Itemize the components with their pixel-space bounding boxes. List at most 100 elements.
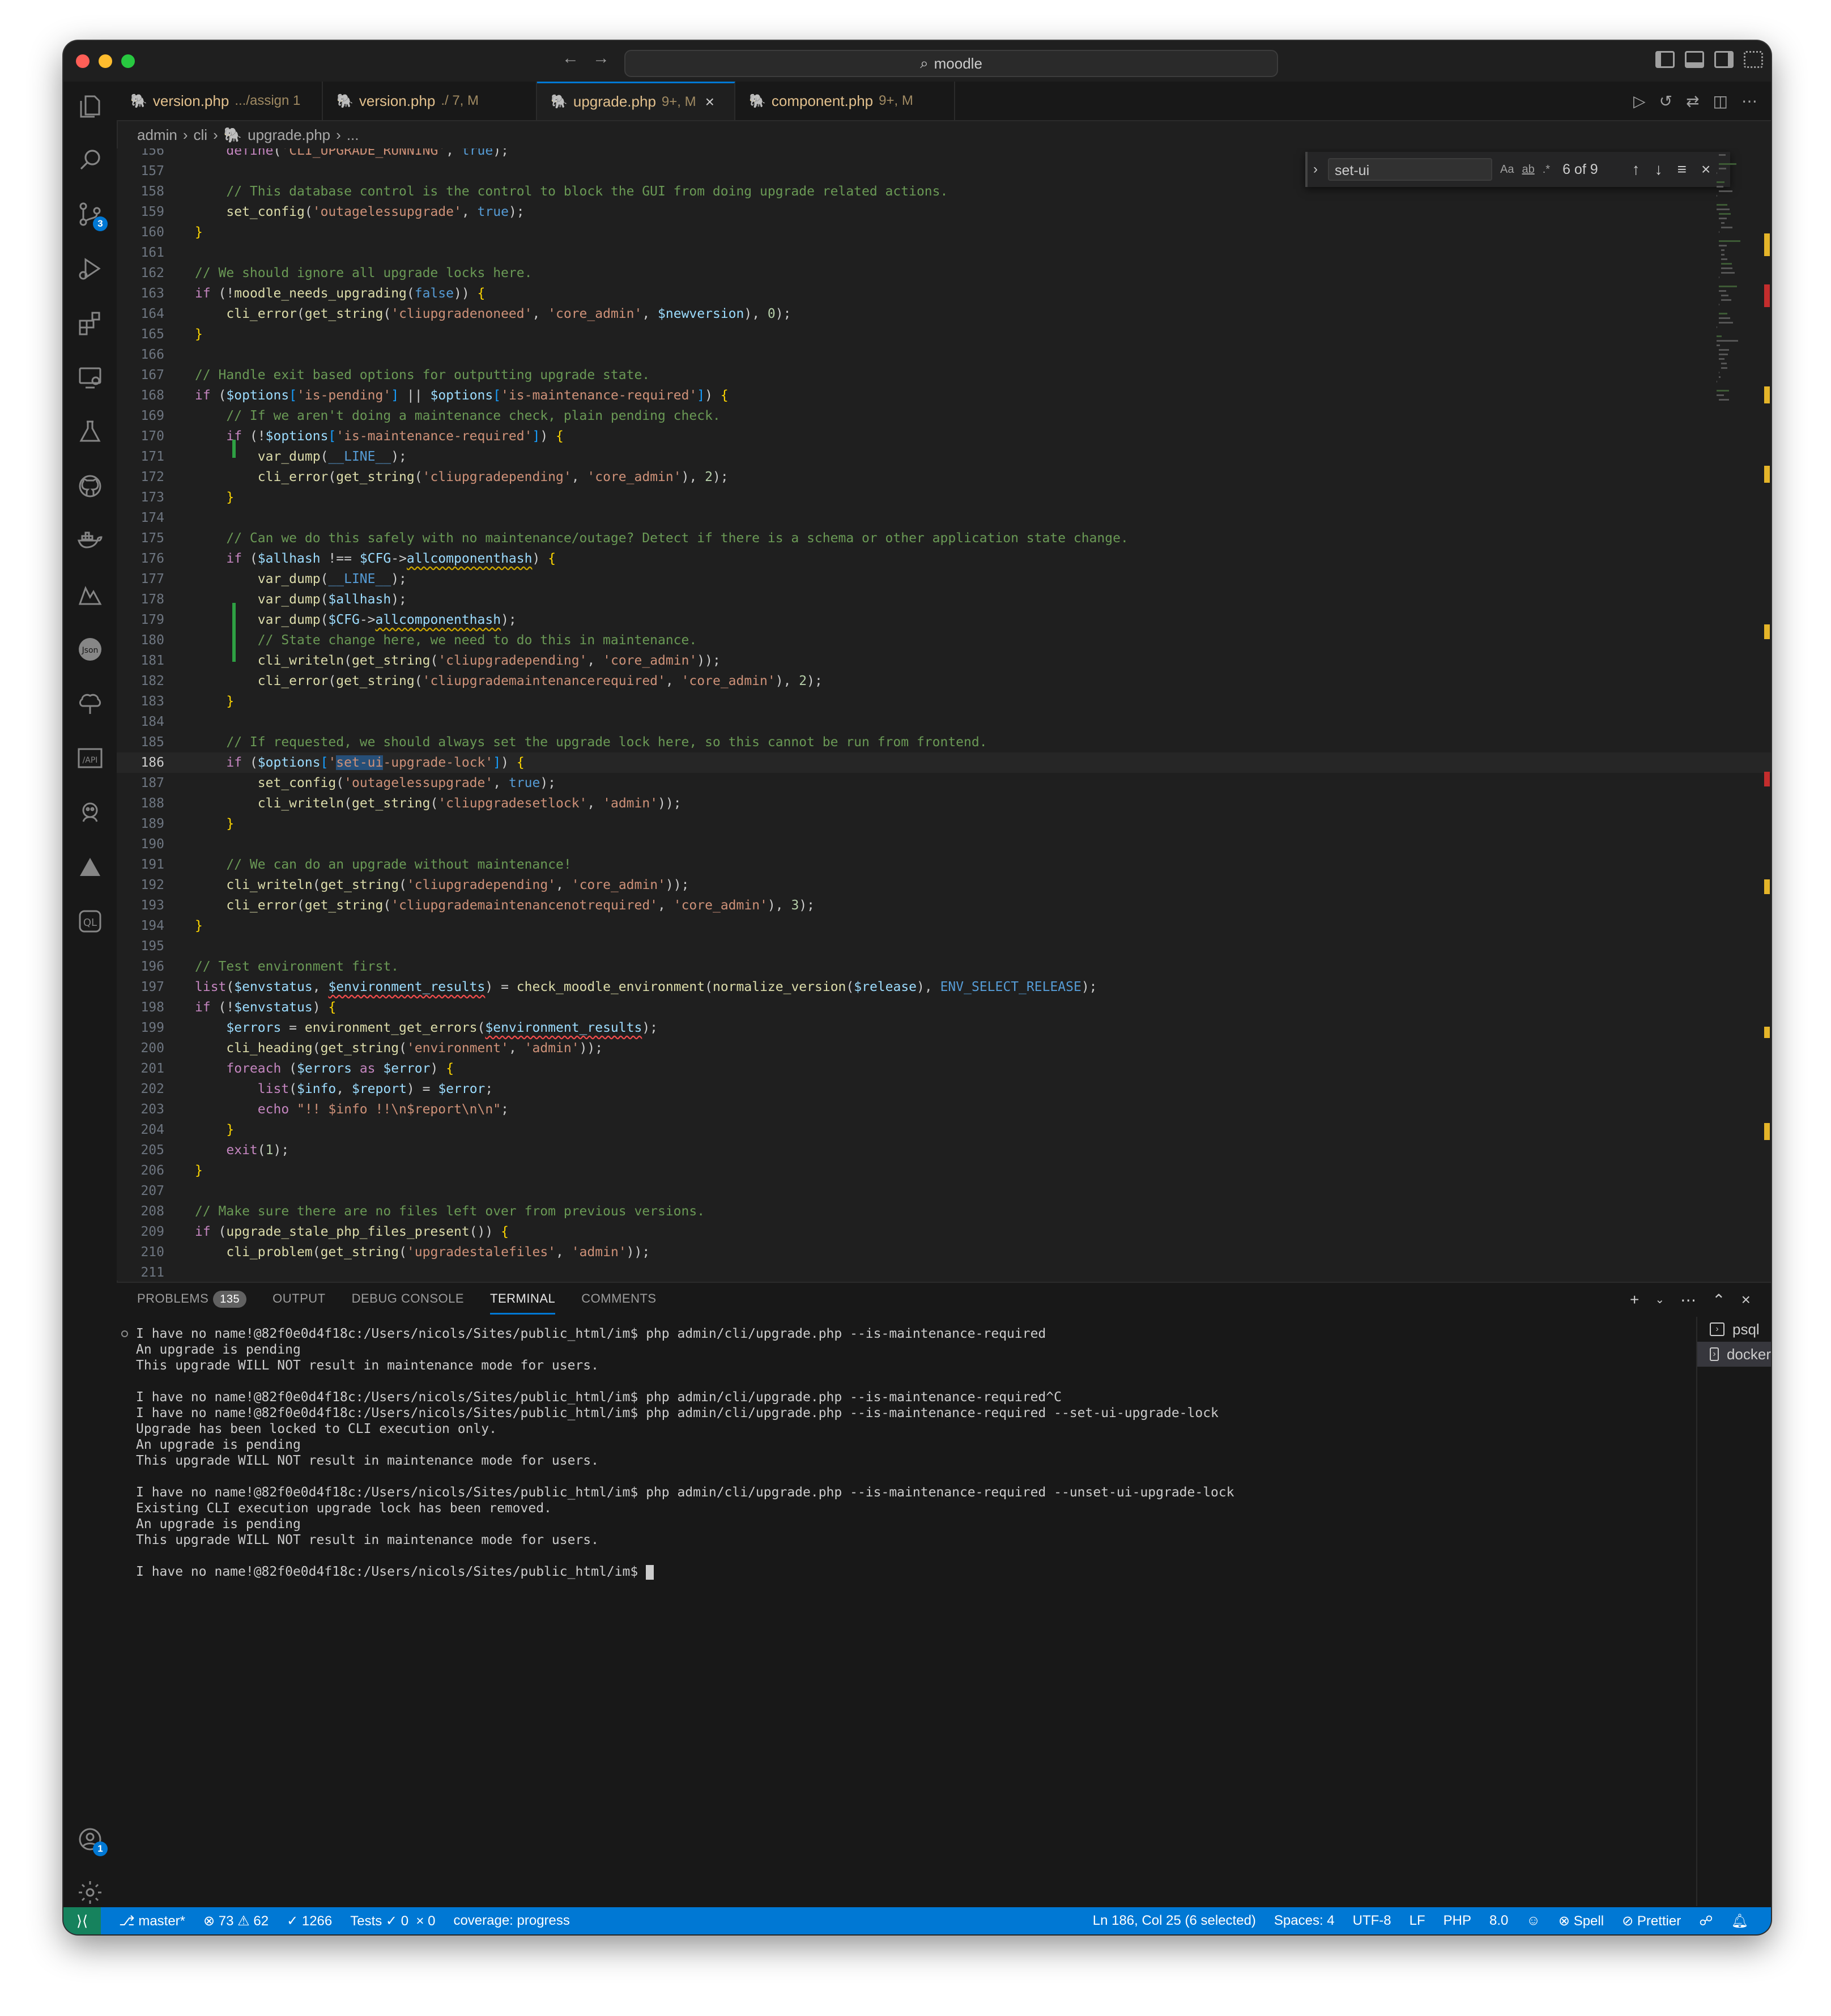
- split-editor-icon[interactable]: ◫: [1713, 92, 1728, 110]
- language-mode[interactable]: PHP: [1443, 1913, 1471, 1929]
- code-line[interactable]: 188 cli_writeln(get_string('cliupgradese…: [117, 793, 1771, 814]
- use-regex-icon[interactable]: .*: [1543, 163, 1550, 176]
- explorer-icon[interactable]: [76, 93, 104, 121]
- terminal-item-docker[interactable]: › docker: [1697, 1342, 1771, 1367]
- terminal-item-psql[interactable]: › psql: [1697, 1317, 1771, 1342]
- tab-terminal[interactable]: TERMINAL: [490, 1283, 556, 1315]
- code-line[interactable]: 185 // If requested, we should always se…: [117, 732, 1771, 752]
- command-decoration-icon[interactable]: [121, 1330, 128, 1337]
- remote-indicator-icon[interactable]: ⟩⟨: [63, 1907, 101, 1934]
- code-line[interactable]: 181 cli_writeln(get_string('cliupgradepe…: [117, 650, 1771, 671]
- code-line[interactable]: 174: [117, 508, 1771, 528]
- tab-output[interactable]: OUTPUT: [272, 1283, 325, 1315]
- tab-upgrade-php[interactable]: 🐘 upgrade.php 9+, M ×: [537, 82, 735, 120]
- breadcrumb-file[interactable]: upgrade.php: [248, 126, 330, 144]
- remote-explorer-icon[interactable]: [76, 364, 104, 392]
- code-line[interactable]: 184: [117, 712, 1771, 732]
- project-manager-icon[interactable]: [76, 581, 104, 610]
- new-terminal-icon[interactable]: +: [1630, 1291, 1639, 1309]
- run-debug-icon[interactable]: [76, 255, 104, 283]
- database-explorer-icon[interactable]: [76, 799, 104, 827]
- code-line[interactable]: 183 }: [117, 691, 1771, 712]
- code-line[interactable]: 197 list($envstatus, $environment_results…: [117, 977, 1771, 997]
- code-line[interactable]: 179 var_dump($CFG->allcomponenthash);: [117, 610, 1771, 630]
- code-line[interactable]: 193 cli_error(get_string('cliupgrademain…: [117, 895, 1771, 916]
- json-icon[interactable]: Json: [76, 636, 104, 664]
- manage-gear-icon[interactable]: [76, 1879, 104, 1907]
- code-line[interactable]: 170 if (!$options['is-maintenance-requir…: [117, 426, 1771, 446]
- code-line[interactable]: 171 var_dump(__LINE__);: [117, 446, 1771, 467]
- customize-layout-icon[interactable]: [1744, 51, 1763, 68]
- toggle-replace-chevron-icon[interactable]: ›: [1313, 161, 1318, 177]
- php-version[interactable]: 8.0: [1489, 1913, 1508, 1929]
- code-line[interactable]: 186 if ($options['set-ui-upgrade-lock'])…: [117, 752, 1771, 773]
- code-line[interactable]: 166: [117, 344, 1771, 365]
- match-case-icon[interactable]: Aa: [1500, 163, 1514, 176]
- tab-version-php[interactable]: 🐘 version.php ./ 7, M: [323, 82, 537, 120]
- toggle-panel-icon[interactable]: [1685, 51, 1704, 68]
- maximize-panel-icon[interactable]: ⌃: [1712, 1291, 1725, 1309]
- find-input[interactable]: set-ui: [1328, 158, 1492, 181]
- code-line[interactable]: 203 echo "!! $info !!\n$report\n\n";: [117, 1099, 1771, 1120]
- spell-indicator[interactable]: ⊗ Spell: [1559, 1913, 1604, 1929]
- code-line[interactable]: 190: [117, 834, 1771, 854]
- source-control-icon[interactable]: 3: [76, 201, 108, 231]
- breadcrumb-symbol[interactable]: ...: [347, 126, 359, 144]
- code-line[interactable]: 175 // Can we do this safely with no mai…: [117, 528, 1771, 548]
- tests-indicator[interactable]: Tests ✓ 0 × 0: [350, 1913, 435, 1929]
- next-match-icon[interactable]: ↓: [1655, 160, 1663, 178]
- deploy-icon[interactable]: [76, 853, 104, 882]
- tree-icon[interactable]: [76, 690, 104, 718]
- graphql-icon[interactable]: QL: [76, 908, 104, 936]
- tab-comments[interactable]: COMMENTS: [581, 1283, 656, 1315]
- match-whole-word-icon[interactable]: ab: [1522, 163, 1534, 176]
- compare-changes-icon[interactable]: ⇄: [1686, 92, 1699, 110]
- minimize-window-button[interactable]: [99, 54, 112, 68]
- overview-ruler[interactable]: [1763, 148, 1771, 1281]
- code-line[interactable]: 207: [117, 1181, 1771, 1201]
- code-line[interactable]: 198 if (!$envstatus) {: [117, 997, 1771, 1018]
- copilot-icon[interactable]: ☺: [1526, 1913, 1540, 1929]
- checks-indicator[interactable]: ✓ 1266: [287, 1913, 332, 1929]
- code-line[interactable]: 182 cli_error(get_string('cliupgrademain…: [117, 671, 1771, 691]
- code-line[interactable]: 180 // State change here, we need to do …: [117, 630, 1771, 650]
- code-line[interactable]: 159 set_config('outagelessupgrade', true…: [117, 202, 1771, 222]
- code-line[interactable]: 173 }: [117, 487, 1771, 508]
- code-line[interactable]: 210 cli_problem(get_string('upgradestale…: [117, 1242, 1771, 1262]
- code-line[interactable]: 160}: [117, 222, 1771, 243]
- tab-debug-console[interactable]: DEBUG CONSOLE: [352, 1283, 464, 1315]
- code-line[interactable]: 205 exit(1);: [117, 1140, 1771, 1160]
- code-line[interactable]: 161: [117, 243, 1771, 263]
- run-code-icon[interactable]: ▷: [1633, 92, 1646, 110]
- problems-indicator[interactable]: ⊗ 73 ⚠ 62: [203, 1913, 269, 1929]
- tab-component-php[interactable]: 🐘 component.php 9+, M: [735, 82, 955, 120]
- code-line[interactable]: 165}: [117, 324, 1771, 344]
- code-line[interactable]: 211: [117, 1262, 1771, 1281]
- code-line[interactable]: 176 if ($allhash !== $CFG->allcomponenth…: [117, 548, 1771, 569]
- code-line[interactable]: 204 }: [117, 1120, 1771, 1140]
- api-icon[interactable]: /API: [76, 745, 104, 773]
- breadcrumb-cli[interactable]: cli: [194, 126, 208, 144]
- previous-match-icon[interactable]: ↑: [1632, 160, 1640, 178]
- code-line[interactable]: 162 // We should ignore all upgrade locks…: [117, 263, 1771, 283]
- tab-problems[interactable]: PROBLEMS 135: [137, 1283, 247, 1315]
- code-line[interactable]: 163 if (!moodle_needs_upgrading(false)) {: [117, 283, 1771, 304]
- toggle-secondary-sidebar-icon[interactable]: [1714, 51, 1734, 68]
- code-line[interactable]: 202 list($info, $report) = $error;: [117, 1079, 1771, 1099]
- code-line[interactable]: 195: [117, 936, 1771, 956]
- code-line[interactable]: 177 var_dump(__LINE__);: [117, 569, 1771, 589]
- code-line[interactable]: 191 // We can do an upgrade without main…: [117, 854, 1771, 875]
- cursor-position[interactable]: Ln 186, Col 25 (6 selected): [1093, 1913, 1256, 1929]
- notifications-bell-icon[interactable]: 🔔︎: [1731, 1913, 1748, 1929]
- code-line[interactable]: 172 cli_error(get_string('cliupgradepend…: [117, 467, 1771, 487]
- code-line[interactable]: 209 if (upgrade_stale_php_files_present()…: [117, 1222, 1771, 1242]
- more-actions-icon[interactable]: ⋯: [1741, 92, 1757, 110]
- code-line[interactable]: 167 // Handle exit based options for outp…: [117, 365, 1771, 385]
- code-line[interactable]: 168 if ($options['is-pending'] || $option…: [117, 385, 1771, 406]
- code-line[interactable]: 196 // Test environment first.: [117, 956, 1771, 977]
- coverage-indicator[interactable]: coverage: progress: [453, 1913, 569, 1929]
- extensions-icon[interactable]: [76, 309, 104, 338]
- encoding[interactable]: UTF-8: [1353, 1913, 1391, 1929]
- toggle-primary-sidebar-icon[interactable]: [1655, 51, 1675, 68]
- command-center-search[interactable]: ⌕ moodle: [624, 50, 1278, 77]
